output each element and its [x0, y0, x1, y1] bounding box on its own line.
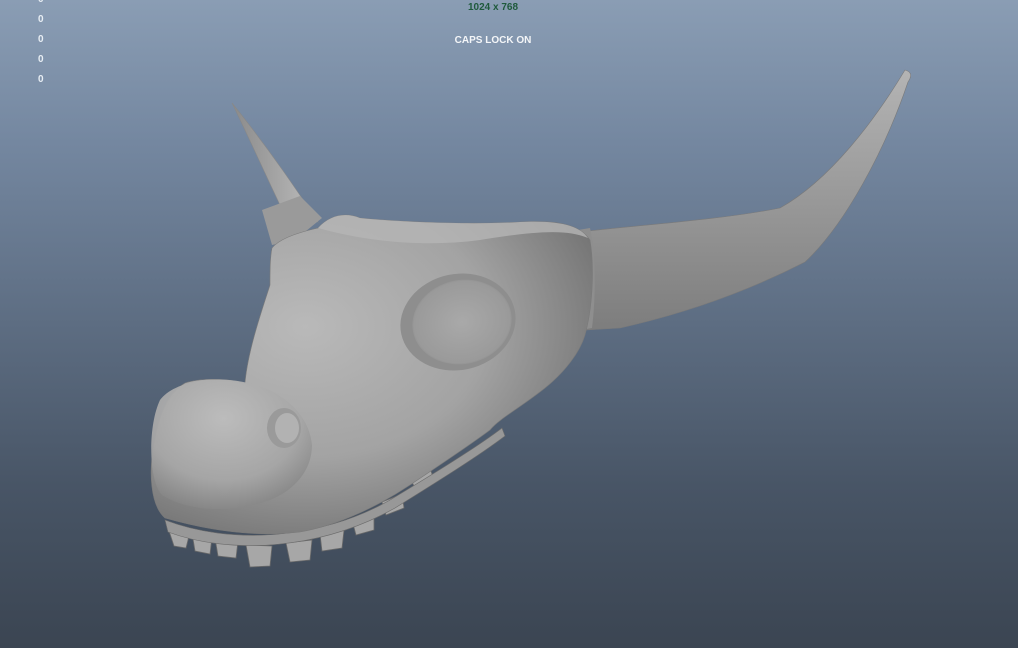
skull-model[interactable]	[0, 0, 1018, 648]
hud-value-4: 0	[38, 54, 44, 65]
nostril	[267, 408, 301, 448]
3d-viewport[interactable]: 0 0 0 0 0 1024 x 768 CAPS LOCK ON	[0, 0, 1018, 648]
left-horn	[231, 102, 322, 245]
hud-value-2: 0	[38, 14, 44, 25]
resolution-gate-label: 1024 x 768	[467, 2, 519, 13]
hud-value-5: 0	[38, 74, 44, 85]
right-horn	[577, 69, 911, 331]
caps-lock-indicator: CAPS LOCK ON	[454, 35, 532, 46]
